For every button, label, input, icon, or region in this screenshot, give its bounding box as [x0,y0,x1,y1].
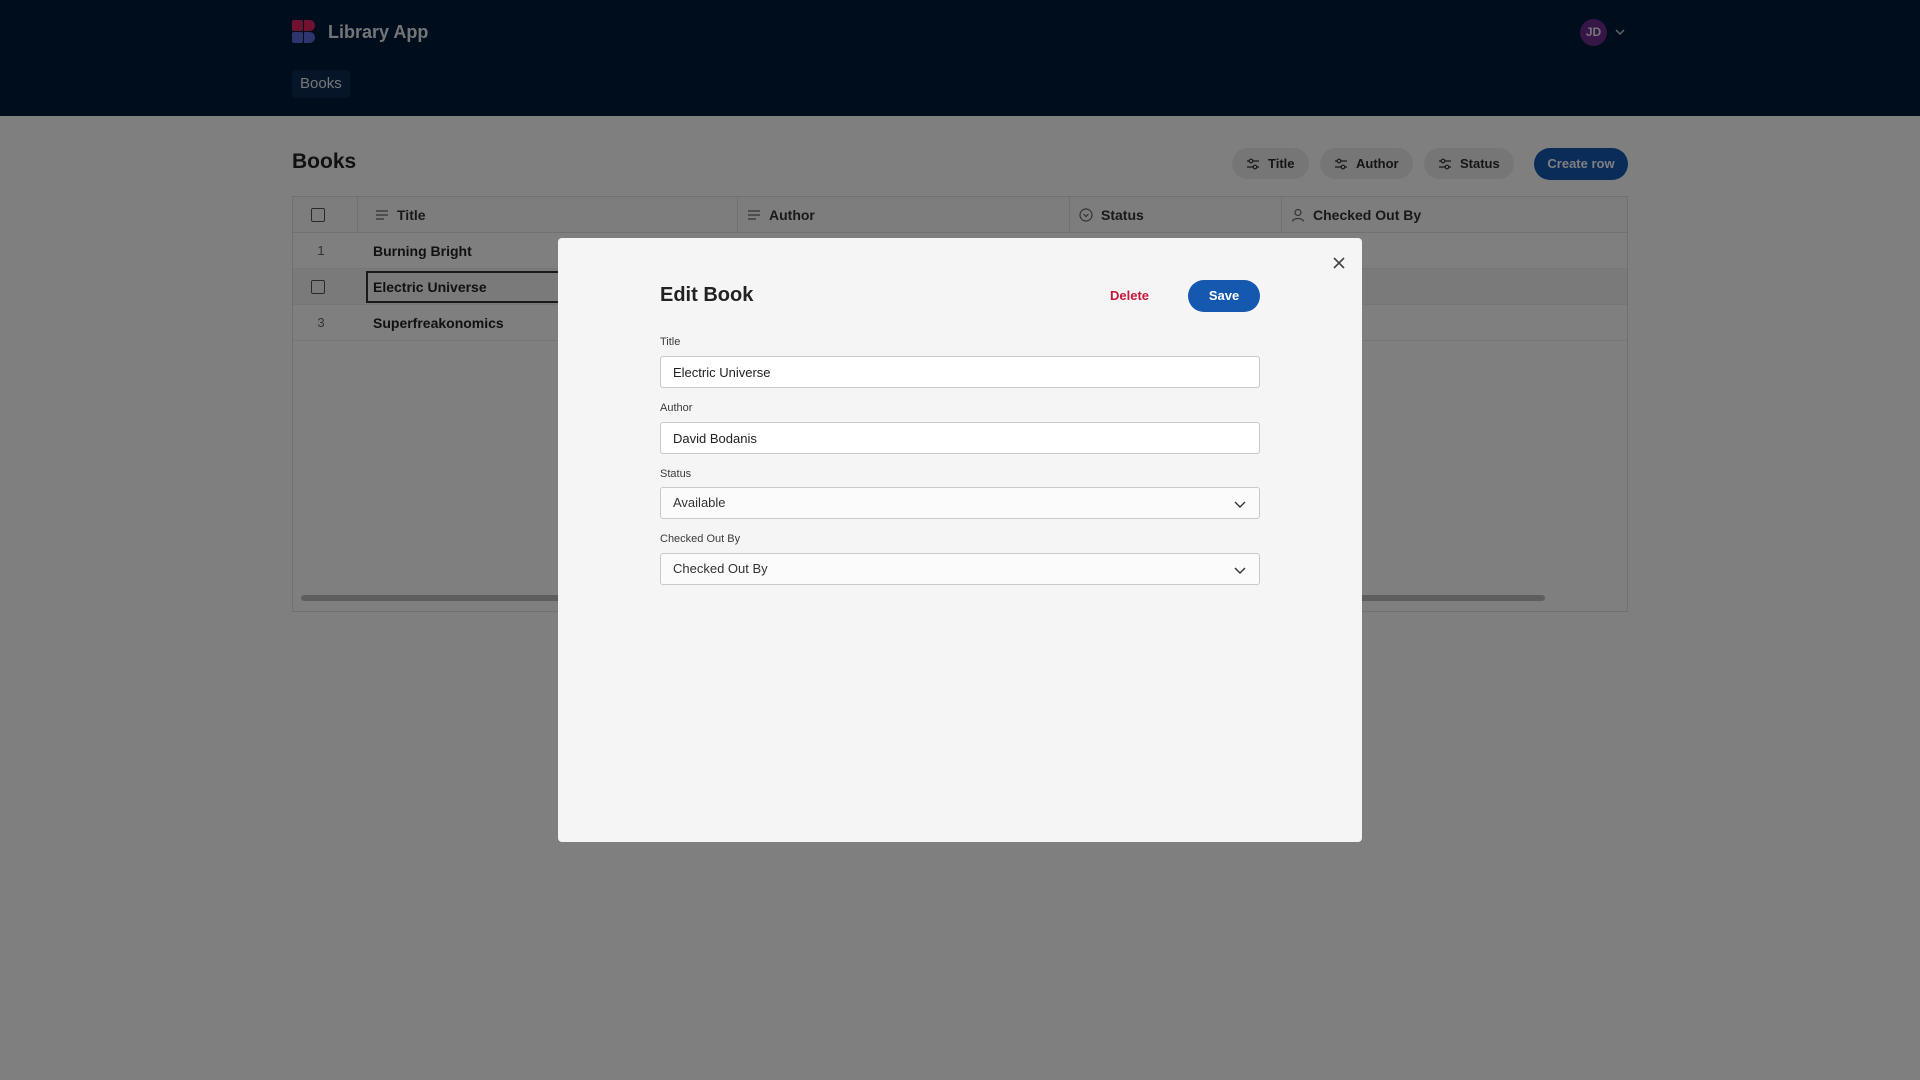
checked-out-by-field-label: Checked Out By [660,533,741,545]
title-field[interactable] [660,356,1260,388]
status-field-label: Status [660,468,692,480]
save-button[interactable]: Save [1188,280,1260,312]
edit-book-modal: Edit Book Delete Save Title Author Statu… [558,238,1362,842]
title-field-label: Title [660,336,681,348]
checked-out-by-select-value: Checked Out By [673,561,768,576]
chevron-down-icon [1234,501,1246,508]
close-icon[interactable] [1329,253,1349,273]
modal-title: Edit Book [660,284,754,306]
author-field[interactable] [660,422,1260,454]
delete-button[interactable]: Delete [1110,280,1149,312]
author-field-label: Author [660,402,693,414]
chevron-down-icon [1234,567,1246,574]
status-select-value: Available [673,495,726,510]
status-select[interactable]: Available [660,487,1260,519]
checked-out-by-select[interactable]: Checked Out By [660,553,1260,585]
